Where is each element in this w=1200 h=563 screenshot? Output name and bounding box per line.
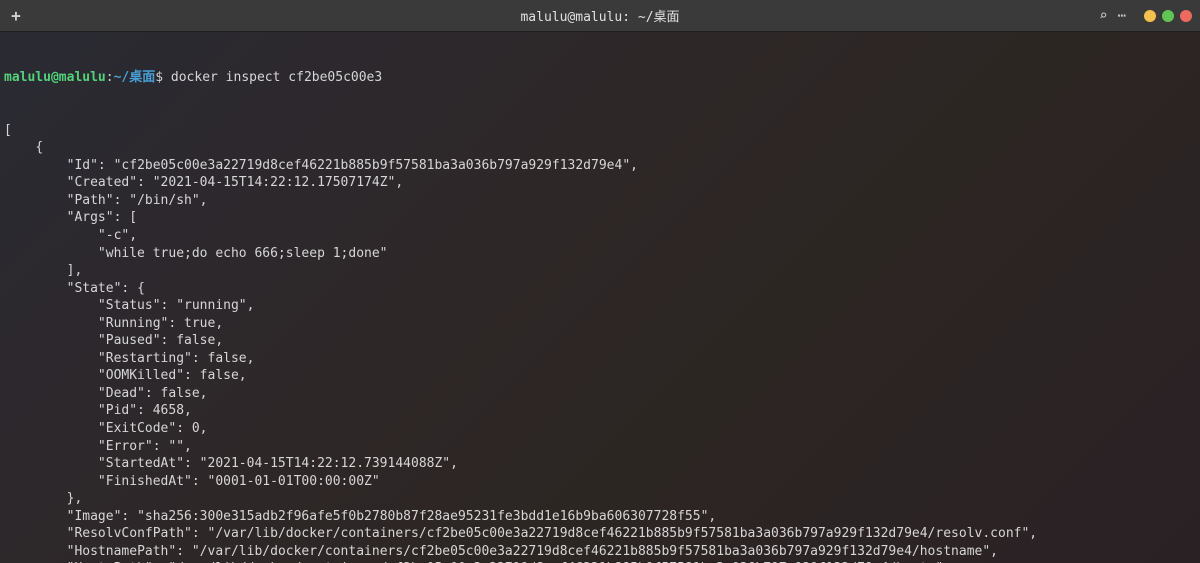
output-line: "Created": "2021-04-15T14:22:12.17507174… [4,174,1196,192]
output-line: "Id": "cf2be05c00e3a22719d8cef46221b885b… [4,157,1196,175]
output-line: "OOMKilled": false, [4,367,1196,385]
minimize-button[interactable] [1144,10,1156,22]
close-button[interactable] [1180,10,1192,22]
output-line: "Dead": false, [4,385,1196,403]
output-line: "ResolvConfPath": "/var/lib/docker/conta… [4,525,1196,543]
output-line: "while true;do echo 666;sleep 1;done" [4,245,1196,263]
output-line: "FinishedAt": "0001-01-01T00:00:00Z" [4,473,1196,491]
output-line: "ExitCode": 0, [4,420,1196,438]
output-line: "Error": "", [4,438,1196,456]
output-line: "StartedAt": "2021-04-15T14:22:12.739144… [4,455,1196,473]
output-line: "HostnamePath": "/var/lib/docker/contain… [4,543,1196,561]
maximize-button[interactable] [1162,10,1174,22]
output-line: ], [4,262,1196,280]
command-text: docker inspect cf2be05c00e3 [171,70,382,85]
output-line: "Restarting": false, [4,350,1196,368]
output-line: "Args": [ [4,209,1196,227]
output-line: "-c", [4,227,1196,245]
prompt-user: malulu@malulu [4,70,106,85]
prompt-suffix: $ [155,70,171,85]
output-line: "Path": "/bin/sh", [4,192,1196,210]
output-line: [ [4,122,1196,140]
output-line: "Status": "running", [4,297,1196,315]
window-title: malulu@malulu: ~/桌面 [0,6,1200,25]
output-line: "Image": "sha256:300e315adb2f96afe5f0b27… [4,508,1196,526]
output-line: "Paused": false, [4,332,1196,350]
terminal-output[interactable]: malulu@malulu:~/桌面$ docker inspect cf2be… [0,32,1200,563]
output-line: { [4,139,1196,157]
output-line: "Running": true, [4,315,1196,333]
output-line: "State": { [4,280,1196,298]
window-controls [1144,10,1192,22]
new-tab-button[interactable]: + [8,8,24,24]
prompt-path: ~/桌面 [114,70,156,85]
prompt-sep: : [106,70,114,85]
window-titlebar: + malulu@malulu: ~/桌面 ⌕ ⋯ [0,0,1200,32]
prompt-line: malulu@malulu:~/桌面$ docker inspect cf2be… [4,69,1196,87]
menu-icon[interactable]: ⋯ [1118,8,1126,24]
output-line: }, [4,490,1196,508]
output-line: "Pid": 4658, [4,402,1196,420]
search-icon[interactable]: ⌕ [1099,8,1107,24]
